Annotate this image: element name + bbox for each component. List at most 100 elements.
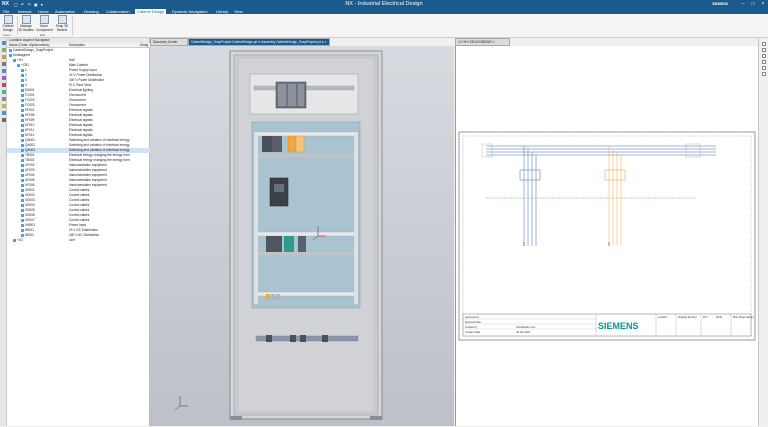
tree-node-icon (13, 239, 16, 242)
tree-node-icon (13, 59, 16, 62)
tb-label-approved-by: Approved by (465, 316, 480, 319)
tree-node-icon (21, 209, 24, 212)
roles-icon[interactable] (1, 97, 6, 101)
move-component-button[interactable]: Move Component (36, 15, 52, 32)
tree-node-icon (21, 179, 24, 182)
close-icon[interactable]: × (758, 0, 768, 8)
tb-label-plan: Plan (Page Name) (733, 316, 754, 319)
tree-node-icon (21, 109, 24, 112)
snap-3d-models-button[interactable]: Snap 3D Models (54, 15, 70, 32)
tb-label-approval-date: Approval Date (465, 321, 481, 324)
brand-logo: SIEMENS (712, 2, 728, 6)
tree-node-icon (21, 214, 24, 217)
tab-cabinet-design[interactable]: CabinetDesign_SnapProject:CabinetDesign.… (188, 38, 330, 46)
tree-node-icon (21, 114, 24, 117)
tree-node-icon (17, 64, 20, 67)
settings-icon[interactable] (1, 118, 6, 122)
tree-node-icon (21, 169, 24, 172)
right-toolbar (758, 38, 768, 426)
tab-schematic-drawing[interactable]: 1C+H1+CB1/2/CBDWG × (455, 38, 510, 46)
tree-node-icon (21, 94, 24, 97)
tree-node-icon (21, 164, 24, 167)
filter-icon[interactable] (762, 72, 766, 76)
web-browser-icon[interactable] (1, 90, 6, 94)
ribbon-group-insert: Insert (3, 33, 11, 37)
pan-icon[interactable] (762, 54, 766, 58)
resource-bar (0, 38, 7, 426)
tree-node-icon (21, 129, 24, 132)
fit-view-icon[interactable] (762, 42, 766, 46)
tb-value-dt1: DT1 (703, 316, 708, 319)
process-studio-icon[interactable] (1, 104, 6, 108)
tree-node-icon (21, 224, 24, 227)
tree-node-icon (21, 119, 24, 122)
manufacturing-wizards-icon[interactable] (1, 111, 6, 115)
tree-node-icon (21, 199, 24, 202)
constraint-navigator-icon[interactable] (1, 62, 6, 66)
tree-node-icon (21, 74, 24, 77)
cabinet-3d-viewport[interactable] (150, 46, 454, 426)
window-title: NX - Industrial Electrical Design (345, 1, 423, 7)
tree-node-icon (21, 124, 24, 127)
tree-node-icon (21, 234, 24, 237)
manage-3d-models-button[interactable]: Manage 3D Models (18, 15, 34, 32)
tb-label-created-by: Created by (465, 326, 478, 329)
system-materials-icon[interactable] (1, 83, 6, 87)
move-icon (39, 15, 49, 24)
tree-node-icon (21, 79, 24, 82)
tree-node-icon (21, 204, 24, 207)
history-icon[interactable] (1, 76, 6, 80)
tb-label-location: Location (658, 316, 668, 319)
location-aspect-navigator: Location Aspect Navigator Name (Order, A… (7, 38, 150, 426)
tree-node-icon (21, 229, 24, 232)
ribbon-group-edit: Edit (40, 33, 46, 37)
tree-node-icon (21, 139, 24, 142)
tree-node-icon (21, 134, 24, 137)
schematic-drawing-viewport[interactable]: Approved by Approval Date Created by Cre… (455, 46, 758, 426)
tb-value-nx11: NX11 (716, 316, 723, 319)
tab-discovery-center[interactable]: Discovery Center (150, 38, 188, 46)
part-navigator-icon[interactable] (1, 48, 6, 52)
cabinet-icon (3, 15, 13, 24)
navigator-icon[interactable] (1, 41, 6, 45)
minimize-icon[interactable]: – (738, 0, 748, 8)
tree-node-icon (21, 144, 24, 147)
menu-cabinet-design[interactable]: Cabinet Design (135, 8, 167, 14)
tree-node-icon (21, 159, 24, 162)
cabinet-3d-model (174, 50, 383, 420)
drawing-siemens-logo: SIEMENS (598, 321, 639, 331)
tree-node-icon (21, 89, 24, 92)
maximize-icon[interactable]: □ (748, 0, 758, 8)
tree-node-icon (21, 184, 24, 187)
schematic-drawing: Approved by Approval Date Created by Cre… (458, 131, 756, 341)
tree-node-icon (21, 219, 24, 222)
rotate-icon[interactable] (762, 60, 766, 64)
tree-node-icon (21, 154, 24, 157)
zoom-icon[interactable] (762, 48, 766, 52)
ribbon: Cabinet Design Manage 3D Models Move Com… (0, 14, 768, 38)
tb-value-date: 09-Jan-2023 (516, 331, 531, 334)
tree-node-icon (21, 104, 24, 107)
assembly-navigator-icon[interactable] (1, 55, 6, 59)
snap-icon (57, 15, 67, 24)
tb-label-drawing-number: Drawing Number (678, 316, 697, 319)
title-bar: NX ▢ ↶ ↷ ▣ ▾ NX - Industrial Electrical … (0, 0, 768, 8)
tree-node-name: +U1 (17, 238, 23, 242)
tree-row[interactable]: +U1 Line (7, 238, 150, 243)
tree-node-icon (21, 149, 24, 152)
layers-icon[interactable] (762, 66, 766, 70)
ribbon-separator (72, 16, 73, 35)
tree-node-icon (21, 194, 24, 197)
tree-node-icon (9, 49, 12, 52)
reuse-library-icon[interactable] (1, 69, 6, 73)
tree-node-icon (21, 99, 24, 102)
tree-node-icon (21, 84, 24, 87)
3d-model-icon (21, 15, 31, 24)
tb-value-created-by: JohnMueller User (516, 326, 536, 329)
tree-node-icon (21, 69, 24, 72)
tree-node-description: Line (69, 238, 76, 242)
tree-node-icon (21, 189, 24, 192)
tree-node-icon (9, 54, 12, 57)
tb-label-creation-date: Creation Date (465, 331, 481, 334)
cabinet-design-button[interactable]: Cabinet Design (0, 15, 16, 32)
